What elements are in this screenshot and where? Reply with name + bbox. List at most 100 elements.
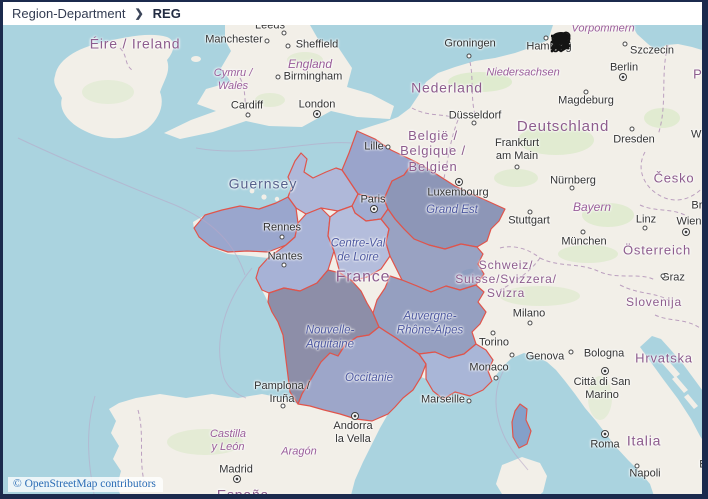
map-label-torino: Torino <box>479 337 509 350</box>
map-label-stuttgart: Stuttgart <box>508 215 550 228</box>
map-marker-wien <box>682 228 690 236</box>
map-marker-d-sseldorf <box>472 121 477 126</box>
breadcrumb-current: REG <box>153 6 181 21</box>
app-window: Region-Department ❯ REG <box>0 0 708 499</box>
map-label-n-rnberg: Nürnberg <box>550 175 596 188</box>
map-label-lille: Lille <box>364 141 384 154</box>
map-label-niedersachsen: Niedersachsen <box>486 67 559 80</box>
breadcrumb: Region-Department ❯ REG <box>3 2 702 25</box>
map-label-deutschland: Deutschland <box>517 118 609 136</box>
attribution-link[interactable]: © OpenStreetMap contributors <box>13 478 156 490</box>
map-label-sterreich: Österreich <box>623 242 691 257</box>
map-marker-sheffield <box>286 44 291 49</box>
map-label-manchester: Manchester <box>205 34 262 47</box>
map-label-guernsey: Guernsey <box>229 176 298 193</box>
map-canvas[interactable]: LeedsManchesterSheffieldBirminghamLondon… <box>3 25 702 494</box>
map-toolbar <box>549 30 696 54</box>
map-label-d-sseldorf: Düsseldorf <box>449 110 502 123</box>
map-label-france: France <box>336 269 391 288</box>
map-label-birmingham: Birmingham <box>284 71 343 84</box>
map-marker-napoli <box>635 464 640 469</box>
map-label-linz: Linz <box>636 214 656 227</box>
map-label-marseille: Marseille <box>421 394 465 407</box>
map-label-madrid: Madrid <box>219 464 253 477</box>
layers-icon[interactable] <box>674 30 696 54</box>
map-label-schweiz-suisse-svizzera-svizra: Schweiz/ Suisse/Svizzera/ Svizra <box>455 258 557 300</box>
map-marker-andorra-la-vella <box>351 412 359 420</box>
breadcrumb-separator-icon: ❯ <box>134 7 143 20</box>
breadcrumb-root[interactable]: Region-Department <box>12 6 125 21</box>
map-label-frankfurt-am-main: Frankfurt am Main <box>495 137 539 163</box>
map-label-milano: Milano <box>513 308 545 321</box>
map-label-genova: Genova <box>526 351 565 364</box>
lasso-select-icon[interactable] <box>624 30 646 54</box>
map-label-esko: Česko <box>654 170 695 185</box>
map-marker-m-nchen <box>581 230 586 235</box>
map-label-bologna: Bologna <box>584 348 624 361</box>
map-marker-milano <box>528 321 533 326</box>
map-marker-graz <box>661 274 666 279</box>
zoom-in-icon[interactable] <box>574 30 596 54</box>
map-marker-lille <box>386 145 391 150</box>
map-label-hrvatska: Hrvatska <box>635 350 693 365</box>
undo-icon[interactable] <box>599 30 621 54</box>
map-label-espa-a: España <box>217 487 269 494</box>
map-label-bari: Bari <box>699 459 702 472</box>
map-label-pamplona-iru-a: Pamplona / Iruña <box>254 380 310 406</box>
map-label-monaco: Monaco <box>469 362 508 375</box>
map-label-andorra-la-vella: Andorra la Vella <box>333 420 372 446</box>
map-label-castilla-y-le-n: Castilla y León <box>210 428 246 454</box>
map-marker-n-rnberg <box>570 186 575 191</box>
map-attribution: © OpenStreetMap contributors <box>8 477 163 492</box>
map-label-arag-n: Aragón <box>281 446 316 459</box>
map-label-magdeburg: Magdeburg <box>558 95 614 108</box>
map-label-sheffield: Sheffield <box>296 39 339 52</box>
map-marker-frankfurt-am-main <box>515 165 520 170</box>
map-label-dresden: Dresden <box>613 134 655 147</box>
map-label-auvergne-rh-ne-alpes: Auvergne- Rhône-Alpes <box>397 310 463 337</box>
map-marker-marseille <box>467 399 472 404</box>
map-label-m-nchen: München <box>561 236 606 249</box>
map-label-nouvelle-aquitaine: Nouvelle- Aquitaine <box>306 324 355 351</box>
map-marker-leeds <box>282 31 287 36</box>
map-label-citt-di-san-marino: Città di San Marino <box>574 376 631 402</box>
map-marker-nantes <box>282 263 287 268</box>
map-label-belgi-belgique-belgien: België / Belgique / Belgien <box>400 128 466 174</box>
map-marker-pamplona-iru-a <box>281 404 286 409</box>
map-marker-luxembourg <box>455 178 463 186</box>
map-label-occitanie: Occitanie <box>345 372 393 386</box>
map-marker-london <box>313 110 321 118</box>
map-marker-torino <box>491 331 496 336</box>
map-label-nantes: Nantes <box>268 251 303 264</box>
map-marker-citt-di-san-marino <box>601 367 609 375</box>
map-marker-birmingham <box>276 75 281 80</box>
map-label-cardiff: Cardiff <box>231 100 263 113</box>
map-label-rennes: Rennes <box>263 222 301 235</box>
map-marker-monaco <box>494 376 499 381</box>
map-label-nederland: Nederland <box>411 80 483 97</box>
map-label-roma: Roma <box>590 439 619 452</box>
map-label-grand-est: Grand Est <box>426 204 478 218</box>
map-label-cymru-wales: Cymru / Wales <box>214 67 253 93</box>
map-marker-madrid <box>233 475 241 483</box>
map-marker-magdeburg <box>584 90 589 95</box>
map-labels-layer: LeedsManchesterSheffieldBirminghamLondon… <box>3 25 702 494</box>
map-label-luxembourg: Luxembourg <box>427 187 488 200</box>
map-marker-rennes <box>280 235 285 240</box>
map-label-italia: Italia <box>627 433 661 450</box>
map-label-ire-ireland: Éire / Ireland <box>90 36 181 53</box>
map-label-england: England <box>288 57 332 71</box>
map-marker-bologna <box>569 350 574 355</box>
map-marker-linz <box>643 226 648 231</box>
map-label-leeds: Leeds <box>255 25 285 32</box>
map-label-slovenija: Slovenija <box>626 295 682 309</box>
map-label-napoli: Napoli <box>629 468 660 481</box>
map-label-wien: Wien <box>676 216 701 229</box>
map-marker-roma <box>601 430 609 438</box>
map-marker-berlin <box>619 73 627 81</box>
map-label-graz: Graz <box>661 272 685 285</box>
menu-icon[interactable] <box>649 30 671 54</box>
map-label-groningen: Groningen <box>444 38 495 51</box>
map-marker-paris <box>370 205 378 213</box>
map-label-polska: Polska <box>693 66 702 81</box>
